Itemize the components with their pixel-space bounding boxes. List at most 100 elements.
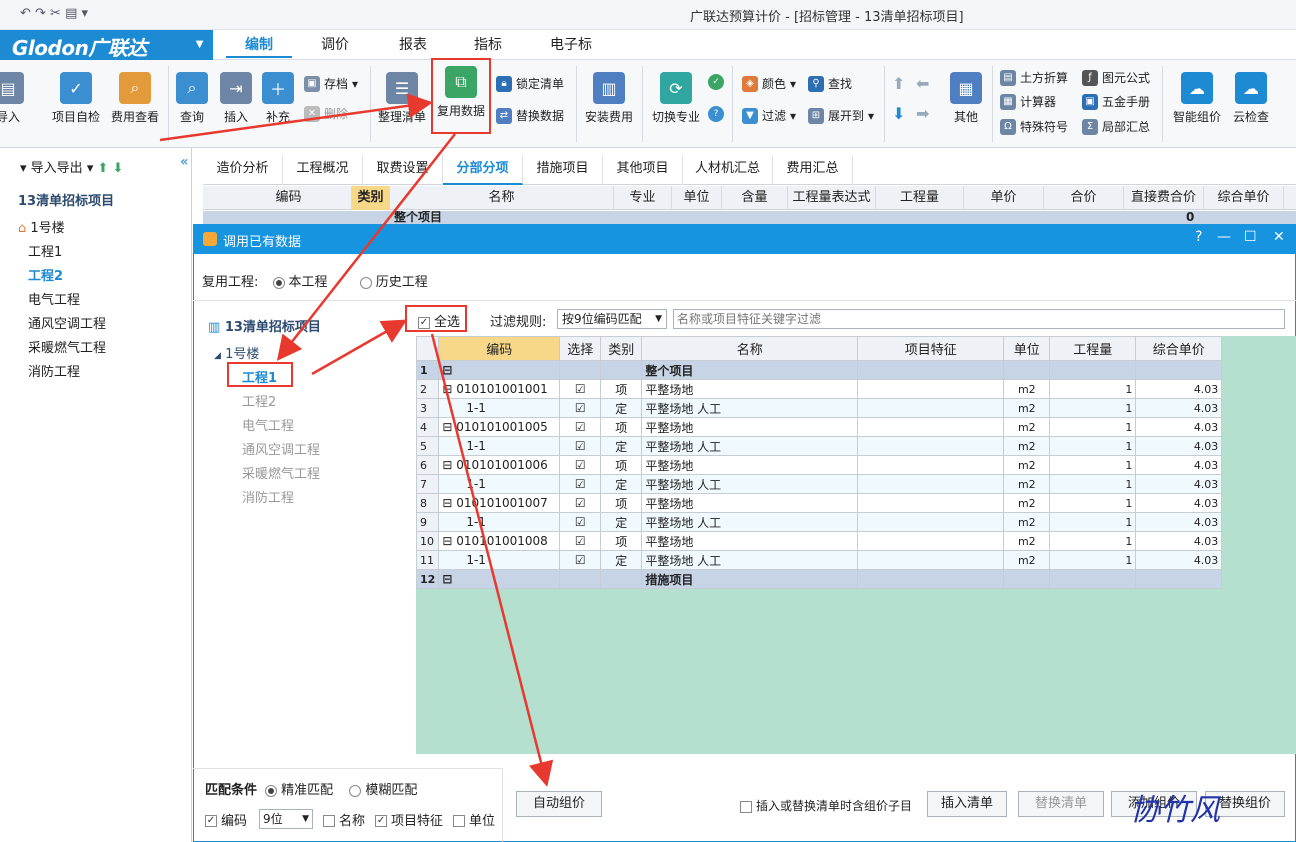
col-qty[interactable]: 工程量 <box>876 186 964 210</box>
col-major[interactable]: 专业 <box>614 186 672 210</box>
grid-col-name[interactable]: 名称 <box>641 336 859 361</box>
collapse-icon[interactable]: ⊟ <box>442 534 456 548</box>
select-cell[interactable]: ☑ <box>559 455 602 475</box>
include-sub-checkbox[interactable]: 插入或替换清单时含组价子目 <box>740 797 912 814</box>
maximize-icon[interactable]: ☐ <box>1244 229 1257 245</box>
tab-overview[interactable]: 工程概况 <box>283 155 363 185</box>
select-cell[interactable]: ☑ <box>559 512 602 532</box>
cloud-check-button[interactable]: ☁ 云检查 <box>1222 66 1280 125</box>
table-row[interactable]: 9 1-1 ☑ 定平整场地 人工 m2 1 4.03 <box>415 512 1223 532</box>
table-row[interactable]: 2 ⊟ 010101001001 ☑ 项平整场地 m2 1 4.03 <box>415 379 1223 399</box>
tree-item-electric[interactable]: 电气工程 <box>28 289 80 308</box>
smart-pricing-button[interactable]: ☁ 智能组价 <box>1168 66 1226 125</box>
radio-this-project[interactable]: 本工程 <box>272 275 328 290</box>
select-cell[interactable]: ☑ <box>559 417 602 437</box>
close-icon[interactable]: ✕ <box>1273 229 1285 245</box>
tree-item-fire[interactable]: 消防工程 <box>28 361 80 380</box>
table-row[interactable]: 11 1-1 ☑ 定平整场地 人工 m2 1 4.03 <box>415 550 1223 570</box>
collapse-icon[interactable]: ⊟ <box>442 458 456 472</box>
hardware-manual-button[interactable]: ▣ 五金手册 <box>1082 92 1150 112</box>
tab-fee-summary[interactable]: 费用汇总 <box>773 155 853 185</box>
collapse-icon[interactable]: ⊟ <box>442 382 456 396</box>
app-logo[interactable]: Glodon广联达 ▼ <box>0 30 213 60</box>
select-all-checkbox[interactable]: ✓ 全选 <box>418 311 460 330</box>
minimize-icon[interactable]: — <box>1217 229 1231 245</box>
table-row[interactable]: 12 ⊟ 措施项目 <box>415 569 1223 589</box>
help-icon[interactable]: ? <box>1195 229 1202 245</box>
grid-col-unit[interactable]: 单位 <box>1003 336 1051 361</box>
col-unit[interactable]: 单位 <box>672 186 722 210</box>
replace-data-button[interactable]: ⇄ 替换数据 <box>496 106 564 126</box>
dialog-tree-item-fire[interactable]: 消防工程 <box>242 487 294 506</box>
arrow-down-icon[interactable]: ⬇ <box>892 104 905 123</box>
col-direct-total[interactable]: 直接费合价 <box>1124 186 1204 210</box>
tree-item-project1[interactable]: 工程1 <box>28 241 62 260</box>
color-button[interactable]: ◈ 颜色 ▾ <box>742 74 796 94</box>
col-type[interactable]: 类别 <box>352 186 390 210</box>
menu-tab-index[interactable]: 指标 <box>458 34 518 58</box>
col-name[interactable]: 名称 <box>390 186 614 210</box>
dialog-building-node[interactable]: ◢ 1号楼 <box>214 343 259 362</box>
select-cell[interactable]: ☑ <box>559 493 602 513</box>
element-formula-button[interactable]: ƒ 图元公式 <box>1082 68 1150 88</box>
grid-col-feature[interactable]: 项目特征 <box>857 336 1005 361</box>
grid-col-type[interactable]: 类别 <box>600 336 643 361</box>
collapse-icon[interactable]: « <box>180 154 189 170</box>
tree-item-hvac[interactable]: 通风空调工程 <box>28 313 106 332</box>
find-button[interactable]: ⚲ 查找 <box>808 74 852 94</box>
code-digits-select[interactable]: 9位 ▼ <box>259 809 314 829</box>
select-cell[interactable]: ☑ <box>559 379 602 399</box>
replace-list-button[interactable]: 替换清单 <box>1018 791 1104 817</box>
table-row[interactable]: 5 1-1 ☑ 定平整场地 人工 m2 1 4.03 <box>415 436 1223 456</box>
tab-other-items[interactable]: 其他项目 <box>603 155 683 185</box>
select-cell[interactable]: ☑ <box>559 436 602 456</box>
tab-cost-analysis[interactable]: 造价分析 <box>203 155 283 185</box>
radio-fuzzy-match[interactable]: 模糊匹配 <box>349 783 417 798</box>
table-row[interactable]: 7 1-1 ☑ 定平整场地 人工 m2 1 4.03 <box>415 474 1223 494</box>
expand-to-button[interactable]: ⊞ 展开到 ▾ <box>808 106 874 126</box>
col-total[interactable]: 合价 <box>1044 186 1124 210</box>
arrow-left-icon[interactable]: ⬅ <box>916 74 929 93</box>
grid-col-select[interactable]: 选择 <box>559 336 602 361</box>
radio-history-project[interactable]: 历史工程 <box>359 275 428 290</box>
import-export-menu[interactable]: ▾ 导入导出 ▾ ⬆ ⬇ <box>20 157 123 176</box>
menu-tab-report[interactable]: 报表 <box>383 34 443 58</box>
seek-circle-icon[interactable]: ? <box>708 106 724 122</box>
fee-view-button[interactable]: ⌕ 费用查看 <box>106 66 164 125</box>
quick-access-toolbar[interactable]: ↶ ↷ ✂ ▤ ▾ <box>20 6 88 21</box>
project-node[interactable]: 13清单招标项目 <box>18 190 114 209</box>
grid-col-code[interactable]: 编码 <box>438 336 561 361</box>
tab-sections[interactable]: 分部分项 <box>443 155 523 185</box>
tree-item-project2[interactable]: 工程2 <box>28 265 63 284</box>
arrow-right-icon[interactable]: ➡ <box>916 104 929 123</box>
install-fee-button[interactable]: ▥ 安装费用 <box>580 66 638 125</box>
local-summary-button[interactable]: Σ 局部汇总 <box>1082 117 1150 137</box>
name-checkbox[interactable]: 名称 <box>323 810 365 829</box>
earthwork-button[interactable]: ▤ 土方折算 <box>1000 68 1068 88</box>
tab-measures[interactable]: 措施项目 <box>523 155 603 185</box>
tab-fee-settings[interactable]: 取费设置 <box>363 155 443 185</box>
select-cell[interactable]: ☑ <box>559 550 602 570</box>
insert-list-button[interactable]: 插入清单 <box>927 791 1007 817</box>
calculator-button[interactable]: ▦ 计算器 <box>1000 92 1056 112</box>
switch-major-button[interactable]: ⟳ 切换专业 <box>647 66 705 125</box>
main-grid-row[interactable] <box>203 211 1296 224</box>
arrow-up-icon[interactable]: ⬆ <box>892 74 905 93</box>
select-cell[interactable]: ☑ <box>559 474 602 494</box>
dialog-tree-item-project2[interactable]: 工程2 <box>242 391 276 410</box>
select-cell[interactable] <box>559 569 602 589</box>
menu-tab-adjust[interactable]: 调价 <box>305 34 365 58</box>
self-check-button[interactable]: ✓ 项目自检 <box>47 66 105 125</box>
select-cell[interactable]: ☑ <box>559 531 602 551</box>
arrow-down-icon[interactable]: ⬇ <box>113 161 124 176</box>
dialog-tree-item-electric[interactable]: 电气工程 <box>242 415 294 434</box>
reuse-data-button[interactable]: ⧉ 复用数据 <box>431 58 491 134</box>
building-node[interactable]: ⌂ 1号楼 <box>18 217 65 236</box>
table-row[interactable]: 10 ⊟ 010101001008 ☑ 项平整场地 m2 1 4.03 <box>415 531 1223 551</box>
unit-checkbox[interactable]: 单位 <box>453 810 495 829</box>
other-button[interactable]: ▦ 其他 <box>937 66 995 125</box>
select-cell[interactable] <box>559 360 602 380</box>
grid-col-qty[interactable]: 工程量 <box>1049 336 1137 361</box>
col-code[interactable]: 编码 <box>226 186 352 210</box>
tab-labor-material[interactable]: 人材机汇总 <box>683 155 773 185</box>
